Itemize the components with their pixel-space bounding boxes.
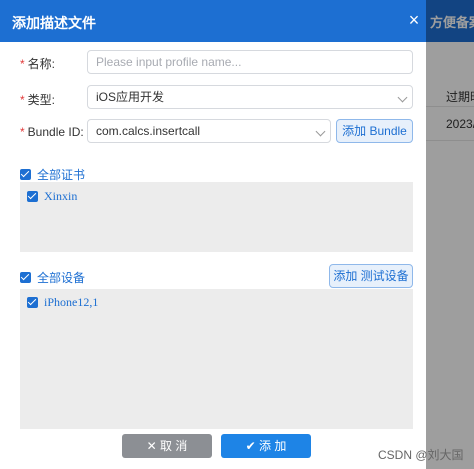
name-label: * 名称: [20,55,55,72]
bundle-id-value: com.calcs.insertcall [96,124,201,138]
device-item-label: iPhone12,1 [44,295,99,309]
required-mark: * [20,125,25,139]
close-icon[interactable]: × [404,10,424,30]
type-label: * 类型: [20,91,55,108]
watermark-text: CSDN @刘大国 [378,448,464,462]
all-devices-checkbox[interactable]: 全部设备 [20,269,85,286]
certificate-item-label: Xinxin [44,189,78,203]
checkbox-checked-icon [27,297,38,308]
all-certificates-label: 全部证书 [37,168,86,182]
checkbox-checked-icon [27,191,38,202]
type-select[interactable]: iOS应用开发 [87,85,413,109]
bundle-label: * Bundle ID: [20,125,84,139]
bundle-id-select[interactable]: com.calcs.insertcall [87,119,331,143]
dialog-header: 添加描述文件 × [0,0,426,42]
add-test-device-button[interactable]: 添加 测试设备 [329,264,413,288]
required-mark: * [20,93,25,107]
type-select-value: iOS应用开发 [96,90,165,104]
type-label-text: 类型: [27,93,56,107]
dialog-title: 添加描述文件 [12,15,96,31]
bundle-label-text: Bundle ID: [27,125,84,139]
profile-name-input[interactable] [87,50,413,74]
required-mark: * [20,57,25,71]
device-item[interactable]: iPhone12,1 [27,295,98,310]
add-bundle-button[interactable]: 添加 Bundle [336,119,413,143]
add-button[interactable]: ✔ 添 加 [221,434,311,458]
name-label-text: 名称: [27,57,56,71]
all-devices-label: 全部设备 [37,271,86,285]
certificate-list: Xinxin [20,182,413,252]
chevron-down-icon [397,92,408,103]
certificate-item[interactable]: Xinxin [27,189,77,204]
device-list: iPhone12,1 [20,289,413,429]
checkbox-checked-icon [20,169,31,180]
add-profile-dialog: 添加描述文件 × *名称: *类型: iOS应用开发 *Bundle ID: c… [0,0,426,469]
chevron-down-icon [315,126,326,137]
cancel-button[interactable]: ✕ 取 消 [122,434,212,458]
all-certificates-checkbox[interactable]: 全部证书 [20,166,85,183]
checkbox-checked-icon [20,272,31,283]
